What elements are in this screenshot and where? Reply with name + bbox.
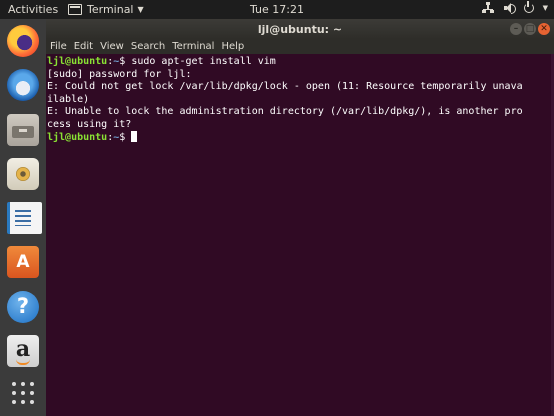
- terminal-line: E: Could not get lock /var/lib/dpkg/lock…: [47, 81, 523, 92]
- minimize-icon[interactable]: –: [510, 23, 522, 35]
- show-applications-icon[interactable]: [7, 377, 39, 409]
- chevron-down-icon[interactable]: ▼: [543, 4, 548, 12]
- window-title: ljl@ubuntu: ~: [257, 23, 343, 36]
- window-titlebar[interactable]: ljl@ubuntu: ~ – □ ✕: [46, 19, 554, 39]
- libreoffice-writer-icon[interactable]: [7, 202, 42, 234]
- dock: [0, 19, 46, 416]
- firefox-icon[interactable]: [7, 25, 39, 57]
- files-icon[interactable]: [7, 114, 39, 146]
- terminal-line: [sudo] password for ljl:: [47, 68, 192, 80]
- top-panel: Activities Terminal ▼ Tue 17:21 ▼: [0, 0, 554, 19]
- network-icon[interactable]: [481, 2, 494, 14]
- volume-icon[interactable]: [503, 2, 516, 14]
- prompt-user: ljl@ubuntu: [47, 132, 108, 143]
- maximize-icon[interactable]: □: [524, 23, 536, 35]
- close-icon[interactable]: ✕: [538, 23, 550, 35]
- terminal-line: cess using it?: [47, 118, 132, 130]
- menubar: File Edit View Search Terminal Help: [46, 39, 554, 54]
- terminal-window: ljl@ubuntu: ~ – □ ✕ File Edit View Searc…: [46, 19, 554, 416]
- power-icon[interactable]: [523, 1, 534, 13]
- system-tray[interactable]: ▼: [481, 1, 548, 14]
- terminal-line: ljl@ubuntu:~$ sudo apt-get install vim: [47, 56, 554, 69]
- menu-view[interactable]: View: [100, 41, 124, 52]
- menu-terminal[interactable]: Terminal: [172, 41, 214, 52]
- thunderbird-icon[interactable]: [7, 69, 39, 101]
- help-icon[interactable]: [7, 291, 39, 323]
- prompt-symbol: $: [119, 56, 132, 67]
- menu-file[interactable]: File: [50, 41, 67, 52]
- menu-search[interactable]: Search: [131, 41, 165, 52]
- clock[interactable]: Tue 17:21: [0, 3, 554, 16]
- amazon-icon[interactable]: [7, 335, 39, 367]
- terminal-output[interactable]: ljl@ubuntu:~$ sudo apt-get install vim [s…: [46, 54, 554, 416]
- terminal-line: ljl@ubuntu:~$: [47, 131, 554, 145]
- terminal-line: E: Unable to lock the administration dir…: [47, 106, 523, 117]
- ubuntu-software-icon[interactable]: [7, 246, 39, 278]
- terminal-line: ilable): [47, 93, 90, 105]
- rhythmbox-icon[interactable]: [7, 158, 39, 190]
- prompt-user: ljl@ubuntu: [47, 56, 108, 67]
- menu-edit[interactable]: Edit: [74, 41, 93, 52]
- text-cursor: [131, 131, 138, 142]
- menu-help[interactable]: Help: [221, 41, 244, 52]
- command-text: sudo apt-get install vim: [131, 56, 276, 67]
- prompt-symbol: $: [119, 132, 126, 143]
